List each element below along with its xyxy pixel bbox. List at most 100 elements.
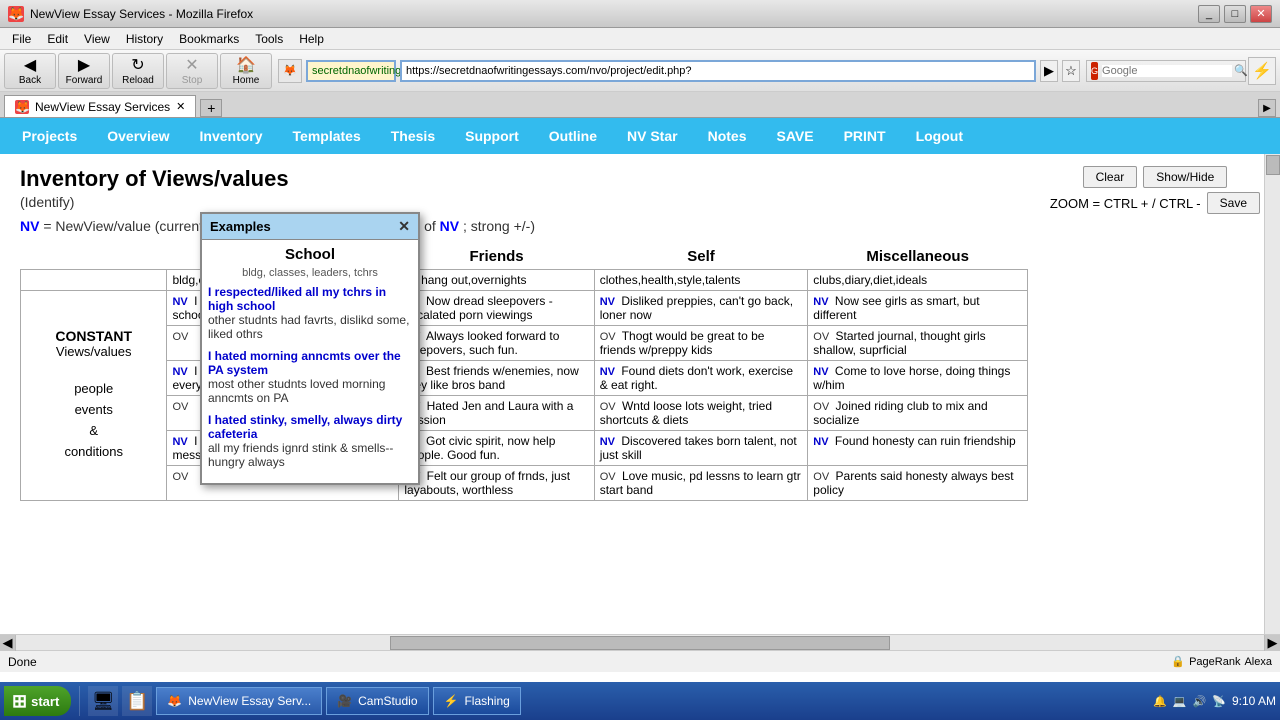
new-tab-button[interactable]: +	[200, 99, 222, 117]
nav-nvstar[interactable]: NV Star	[613, 122, 692, 150]
friends-subheader: un,hang out,overnights	[399, 270, 594, 291]
toolbar-extra-button[interactable]: ⚡	[1248, 57, 1276, 85]
nav-overview[interactable]: Overview	[93, 122, 183, 150]
examples-popup: Examples ✕ School bldg, classes, leaders…	[200, 212, 420, 485]
taskbar-item-camstudio[interactable]: 🎥 CamStudio	[326, 687, 428, 715]
scroll-left-button[interactable]: ◀	[0, 635, 16, 651]
ov-label-se1: OV	[600, 331, 619, 343]
friends-row2-nv: Best friends w/enemies, now they like br…	[404, 364, 578, 392]
tab-close-button[interactable]: ✕	[176, 100, 185, 113]
friends-row3-ov: Felt our group of frnds, just layabouts,…	[404, 469, 570, 497]
toolbar: ◀ Back ▶ Forward ↻ Reload ✕ Stop 🏠 Home …	[0, 50, 1280, 92]
nav-thesis[interactable]: Thesis	[377, 122, 449, 150]
taskbar-item-firefox[interactable]: 🦊 NewView Essay Serv...	[156, 687, 322, 715]
menu-tools[interactable]: Tools	[247, 30, 291, 48]
start-label: start	[31, 694, 59, 709]
tab-scroll-right[interactable]: ▶	[1258, 99, 1276, 117]
forward-button[interactable]: ▶ Forward	[58, 53, 110, 89]
taskbar-task-switch[interactable]: 📋	[122, 686, 152, 716]
friends-row1-ov: Always looked forward to sleepovers, suc…	[404, 329, 559, 357]
ov-label-m1: OV	[813, 331, 832, 343]
search-box: G 🔍	[1086, 60, 1246, 82]
save-button[interactable]: Save	[1207, 192, 1260, 214]
home-label: Home	[233, 75, 260, 86]
self-row2-nv: Found diets don't work, exercise & eat r…	[600, 364, 793, 392]
menu-help[interactable]: Help	[291, 30, 332, 48]
reload-icon: ↻	[131, 55, 144, 75]
stop-label: Stop	[182, 75, 203, 86]
taskbar-flashing-label: Flashing	[464, 694, 509, 708]
reload-button[interactable]: ↻ Reload	[112, 53, 164, 89]
nv-label-m1: NV	[813, 296, 831, 308]
misc-row3-ov-cell: OV Parents said honesty always best poli…	[808, 466, 1028, 501]
self-header: Self	[594, 244, 808, 270]
scroll-right-button[interactable]: ▶	[1264, 635, 1280, 651]
back-icon: ◀	[24, 55, 36, 75]
nav-outline[interactable]: Outline	[535, 122, 611, 150]
search-button[interactable]: 🔍	[1234, 64, 1248, 77]
bookmark-star[interactable]: ☆	[1062, 60, 1080, 82]
taskbar-notification-icon3: 🔊	[1193, 695, 1207, 708]
search-input[interactable]	[1102, 65, 1232, 77]
address-go-button[interactable]: ▶	[1040, 60, 1058, 82]
taskbar-item-flashing[interactable]: ⚡ Flashing	[433, 687, 521, 715]
status-icons: 🔒 PageRank Alexa	[1171, 655, 1272, 668]
menu-bookmarks[interactable]: Bookmarks	[171, 30, 247, 48]
status-pagerank: PageRank	[1189, 656, 1240, 668]
self-row3-nv: Discovered takes born talent, not just s…	[600, 434, 797, 462]
nav-templates[interactable]: Templates	[279, 122, 375, 150]
close-button[interactable]: ✕	[1250, 5, 1272, 23]
show-hide-button[interactable]: Show/Hide	[1143, 166, 1227, 188]
self-row3-ov: Love music, pd lessns to learn gtr start…	[600, 469, 801, 497]
nav-logout[interactable]: Logout	[902, 122, 977, 150]
nv-label-m3: NV	[813, 436, 831, 448]
popup-entry2-nv: I hated morning anncmts over the PA syst…	[208, 349, 412, 377]
popup-close-button[interactable]: ✕	[398, 218, 410, 235]
start-button[interactable]: ⊞ start	[4, 686, 71, 716]
scrollbar-horizontal[interactable]: ◀ ▶	[0, 634, 1280, 650]
ov-label-m2: OV	[813, 401, 832, 413]
stop-button[interactable]: ✕ Stop	[166, 53, 218, 89]
scrollbar-thumb[interactable]	[1266, 155, 1280, 175]
back-button[interactable]: ◀ Back	[4, 53, 56, 89]
scrollbar-h-thumb[interactable]	[390, 636, 889, 650]
forward-label: Forward	[66, 75, 103, 86]
nv-label-s1: NV	[172, 296, 190, 308]
taskbar-show-desktop[interactable]: 🖥	[88, 686, 118, 716]
window-controls[interactable]: _ □ ✕	[1198, 5, 1272, 23]
people-events: peopleevents&conditions	[26, 379, 161, 462]
browser-tab[interactable]: 🦊 NewView Essay Services ✕	[4, 95, 196, 117]
lock-icon: 🔒	[1171, 655, 1185, 668]
nav-support[interactable]: Support	[451, 122, 533, 150]
menu-history[interactable]: History	[118, 30, 171, 48]
menu-edit[interactable]: Edit	[39, 30, 76, 48]
address-input[interactable]	[400, 60, 1036, 82]
nav-inventory[interactable]: Inventory	[186, 122, 277, 150]
misc-subheader: clubs,diary,diet,ideals	[808, 270, 1028, 291]
ov-label-m3: OV	[813, 471, 832, 483]
self-row1-ov-cell: OV Thogt would be great to be friends w/…	[594, 326, 808, 361]
popup-entry3-nv: I hated stinky, smelly, always dirty caf…	[208, 413, 412, 441]
self-row1-nv-cell: NV Disliked preppies, can't go back, lon…	[594, 291, 808, 326]
friends-row2-ov: Hated Jen and Laura with a passion	[404, 399, 573, 427]
nv-label-s2: NV	[172, 366, 190, 378]
taskbar-notification-icon1: 🔔	[1153, 695, 1167, 708]
nav-notes[interactable]: Notes	[694, 122, 761, 150]
maximize-button[interactable]: □	[1224, 5, 1246, 23]
popup-entry2-ov: most other studnts loved morning anncmts…	[208, 377, 412, 405]
popup-subheader: bldg, classes, leaders, tchrs	[208, 267, 412, 279]
scrollbar-vertical[interactable]	[1264, 154, 1280, 634]
nav-projects[interactable]: Projects	[8, 122, 91, 150]
clear-button[interactable]: Clear	[1083, 166, 1138, 188]
nav-save[interactable]: SAVE	[762, 122, 827, 150]
home-button[interactable]: 🏠 Home	[220, 53, 272, 89]
self-row3-ov-cell: OV Love music, pd lessns to learn gtr st…	[594, 466, 808, 501]
title-bar: 🦊 NewView Essay Services - Mozilla Firef…	[0, 0, 1280, 28]
address-domain[interactable]: secretdnaofwritingessays.com	[306, 60, 396, 82]
minimize-button[interactable]: _	[1198, 5, 1220, 23]
friends-row3-nv-cell: NV Got civic spirit, now help people. Go…	[399, 431, 594, 466]
nav-print[interactable]: PRINT	[830, 122, 900, 150]
menu-file[interactable]: File	[4, 30, 39, 48]
menu-view[interactable]: View	[76, 30, 118, 48]
friends-row1-nv: Now dread sleepovers - escalated porn vi…	[404, 294, 552, 322]
